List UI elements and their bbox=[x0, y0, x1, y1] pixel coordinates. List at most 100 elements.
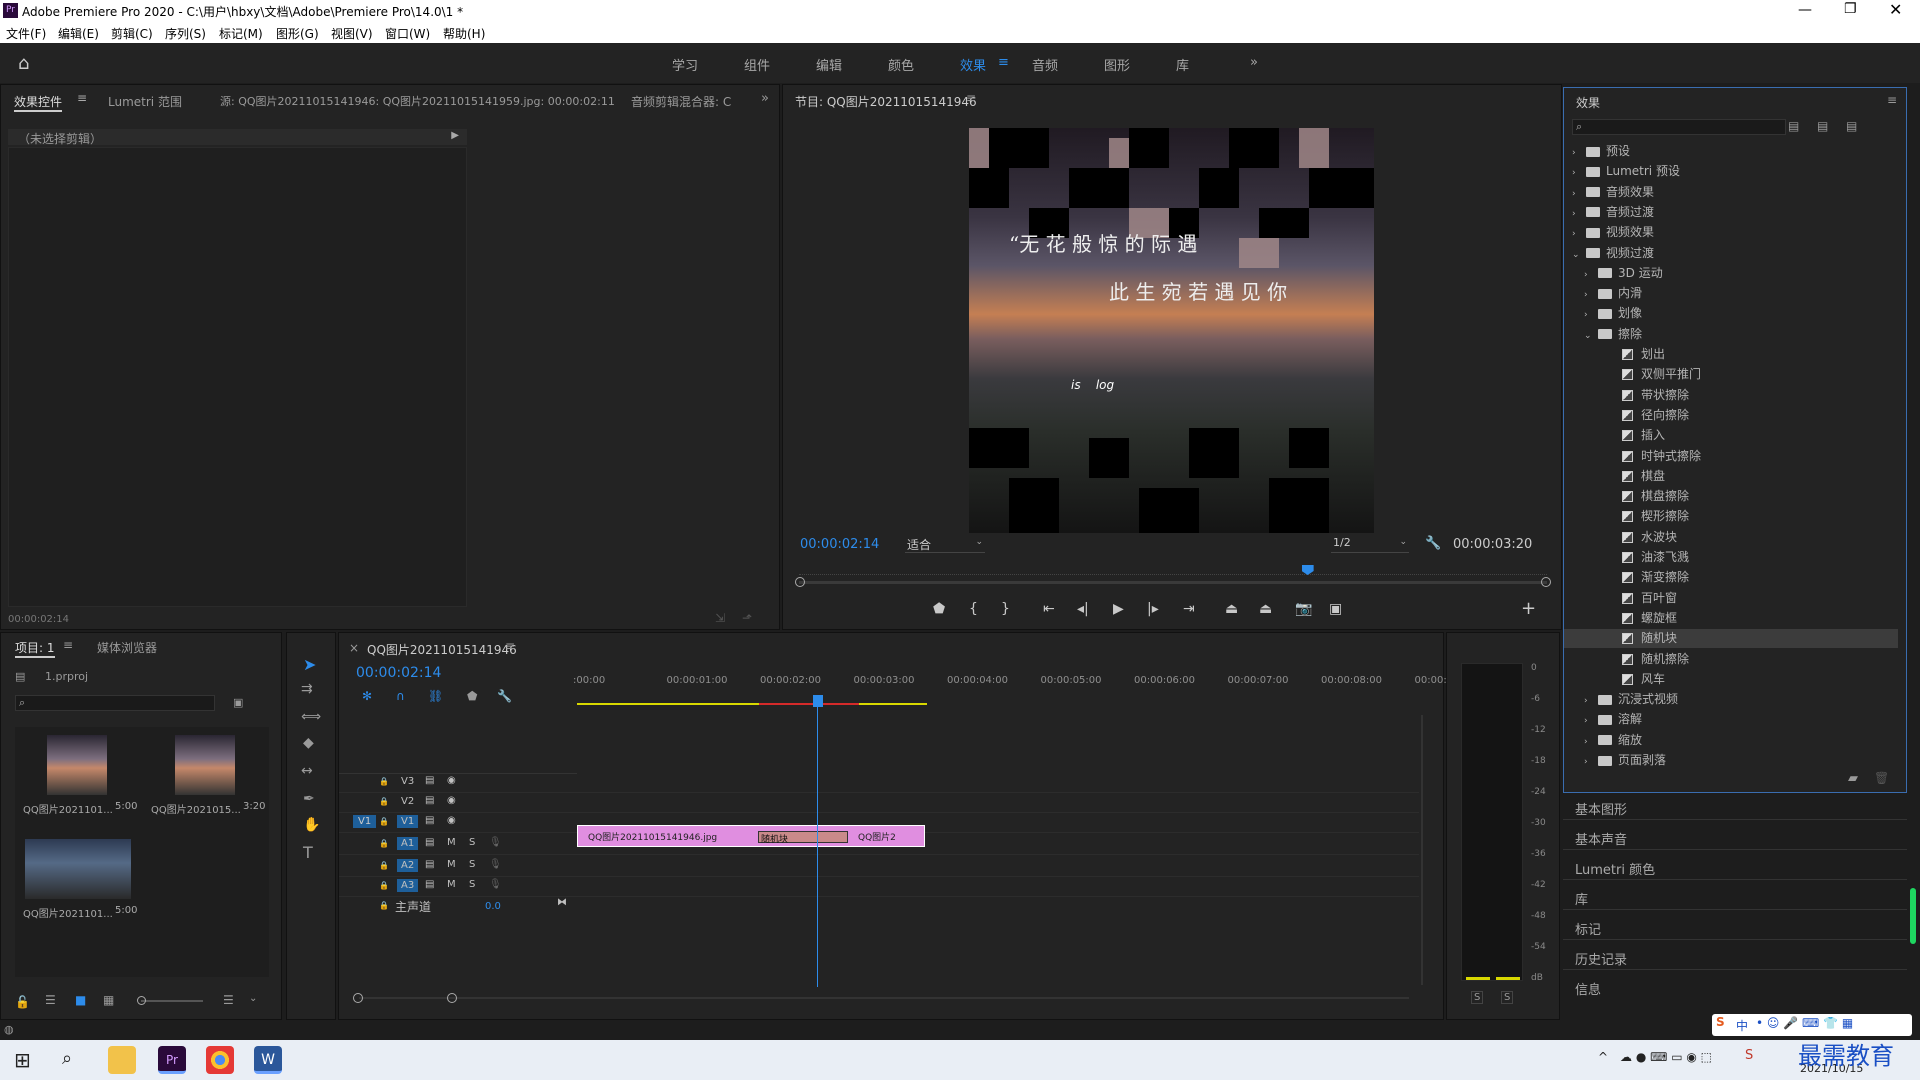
ws-effects[interactable]: 效果 bbox=[960, 55, 986, 74]
effect-item[interactable]: 水波块 bbox=[1564, 528, 1898, 547]
track-select-tool-icon[interactable]: ⇉ bbox=[301, 681, 313, 697]
windows-start-icon[interactable]: ⊞ bbox=[14, 1048, 31, 1072]
effect-item[interactable]: 划出 bbox=[1564, 345, 1898, 364]
tab-media-browser[interactable]: 媒体浏览器 bbox=[97, 639, 157, 656]
effect-item[interactable]: 棋盘擦除 bbox=[1564, 487, 1898, 506]
panel-libraries[interactable]: 库 bbox=[1575, 889, 1588, 908]
effect-folder[interactable]: › 视频效果 bbox=[1564, 223, 1898, 242]
track-label-v1[interactable]: V1 bbox=[397, 815, 419, 828]
mic-icon[interactable]: 🎙 bbox=[489, 837, 502, 848]
fit-dropdown[interactable]: 适合 ⌄ bbox=[905, 535, 985, 553]
pen-tool-icon[interactable]: ✒ bbox=[303, 791, 315, 807]
sync-lock-icon[interactable]: ▤ bbox=[425, 859, 434, 870]
track-lock-icon[interactable]: 🔒 bbox=[379, 881, 389, 890]
project-search-input[interactable]: ⌕ bbox=[15, 695, 215, 711]
tray-arrow-icon[interactable]: ^ bbox=[1598, 1050, 1608, 1064]
chevron-right-icon[interactable]: › bbox=[1584, 716, 1598, 726]
effect-item[interactable]: 时钟式擦除 bbox=[1564, 447, 1898, 466]
panel-lumetri-color[interactable]: Lumetri 颜色 bbox=[1575, 859, 1655, 878]
effect-item[interactable]: 螺旋框 bbox=[1564, 609, 1898, 628]
freeform-view-icon[interactable]: ▦ bbox=[103, 993, 114, 1007]
solo-right-button[interactable]: S bbox=[1501, 991, 1514, 1004]
project-item-3-name[interactable]: QQ图片2021101... bbox=[23, 905, 113, 920]
program-menu-icon[interactable]: ≡ bbox=[966, 91, 976, 105]
menu-sequence[interactable]: 序列(S) bbox=[165, 25, 206, 42]
ws-menu-icon[interactable]: ≡ bbox=[998, 55, 1009, 70]
mute-button[interactable]: M bbox=[447, 859, 456, 870]
effect-folder[interactable]: › 缩放 bbox=[1564, 731, 1898, 750]
timeline-settings-icon[interactable]: 🔧 bbox=[497, 689, 512, 703]
go-to-in-icon[interactable]: ⇤ bbox=[1043, 601, 1055, 617]
extract-icon[interactable]: ⏏ bbox=[1259, 601, 1272, 617]
chevron-right-icon[interactable]: › bbox=[1584, 310, 1598, 320]
accelerated-effects-icon[interactable]: ▤ bbox=[1788, 119, 1799, 133]
effect-item[interactable]: 双侧平推门 bbox=[1564, 365, 1898, 384]
clip-v1[interactable]: QQ图片20211015141946.jpg QQ图片2 随机块 bbox=[577, 825, 925, 847]
sync-lock-icon[interactable]: ▤ bbox=[425, 795, 434, 806]
slip-tool-icon[interactable]: ↔ bbox=[301, 763, 313, 779]
timeline-timecode[interactable]: 00:00:02:14 bbox=[356, 665, 441, 681]
list-view-icon[interactable]: ☰ bbox=[45, 993, 56, 1007]
effect-folder[interactable]: › 预设 bbox=[1564, 142, 1898, 161]
ime-toolbar[interactable]: S 中 • ☺ 🎤 ⌨ 👕 ▦ bbox=[1712, 1014, 1912, 1036]
thumb-size-handle[interactable] bbox=[137, 996, 146, 1005]
quality-dropdown[interactable]: 1/2 ⌄ bbox=[1331, 535, 1409, 553]
effect-folder[interactable]: ⌄ 擦除 bbox=[1564, 325, 1898, 344]
sort-icon[interactable]: ☰ bbox=[223, 993, 234, 1007]
share-icon[interactable]: ⬏ bbox=[742, 611, 752, 625]
mark-in-icon[interactable]: { bbox=[969, 601, 978, 617]
panel-info[interactable]: 信息 bbox=[1575, 979, 1601, 998]
solo-button[interactable]: S bbox=[469, 879, 475, 890]
chevron-right-icon[interactable]: › bbox=[1572, 148, 1586, 158]
minimize-icon[interactable]: — bbox=[1798, 2, 1812, 18]
effect-item[interactable]: 带状擦除 bbox=[1564, 386, 1898, 405]
effect-item[interactable]: 百叶窗 bbox=[1564, 589, 1898, 608]
effect-item[interactable]: 随机擦除 bbox=[1564, 650, 1898, 669]
track-lock-icon[interactable]: 🔒 bbox=[379, 839, 389, 848]
32bit-effects-icon[interactable]: ▤ bbox=[1817, 119, 1828, 133]
sync-lock-icon[interactable]: ▤ bbox=[425, 815, 434, 826]
timeline-playhead[interactable] bbox=[813, 695, 823, 707]
chevron-right-icon[interactable]: › bbox=[1584, 757, 1598, 767]
expand-arrow-icon[interactable]: ▶ bbox=[451, 130, 459, 141]
home-icon[interactable]: ⌂ bbox=[18, 53, 29, 74]
effect-folder[interactable]: › 页面剥落 bbox=[1564, 751, 1898, 770]
nest-icon[interactable]: ✻ bbox=[362, 689, 372, 703]
add-marker-icon[interactable]: ⬟ bbox=[467, 689, 477, 703]
effect-folder[interactable]: › 音频过渡 bbox=[1564, 203, 1898, 222]
timeline-tab[interactable]: QQ图片20211015141946 bbox=[367, 641, 517, 658]
ime-tools-icons[interactable]: • ☺ 🎤 ⌨ 👕 ▦ bbox=[1756, 1016, 1853, 1030]
effect-item[interactable]: 风车 bbox=[1564, 670, 1898, 689]
track-lock-icon[interactable]: 🔒 bbox=[379, 797, 389, 806]
sogou-icon[interactable]: S bbox=[1716, 1015, 1725, 1029]
tab-effect-controls[interactable]: 效果控件 bbox=[14, 93, 63, 112]
snap-icon[interactable]: ∩ bbox=[396, 689, 405, 703]
delete-icon[interactable]: 🗑 bbox=[1874, 771, 1889, 785]
chrome-icon[interactable] bbox=[206, 1046, 234, 1074]
compare-icon[interactable]: ▣ bbox=[1329, 601, 1342, 617]
panel-markers[interactable]: 标记 bbox=[1575, 919, 1601, 938]
master-toggle-icon[interactable]: ⧓ bbox=[557, 897, 567, 908]
effect-folder[interactable]: › 内滑 bbox=[1564, 284, 1898, 303]
solo-button[interactable]: S bbox=[469, 837, 475, 848]
sync-lock-icon[interactable]: ▤ bbox=[425, 879, 434, 890]
mic-icon[interactable]: 🎙 bbox=[489, 879, 502, 890]
sync-lock-icon[interactable]: ▤ bbox=[425, 837, 434, 848]
ws-audio[interactable]: 音频 bbox=[1032, 55, 1058, 74]
timeline-ruler[interactable]: :00:00 00:00:01:00 00:00:02:00 00:00:03:00 0… bbox=[573, 675, 1463, 695]
eye-icon[interactable]: ◉ bbox=[447, 775, 456, 786]
new-bin-icon[interactable]: ▰ bbox=[1848, 771, 1858, 786]
new-search-bin-icon[interactable]: ▣ bbox=[233, 696, 243, 709]
project-thumb-2[interactable] bbox=[175, 735, 235, 795]
lift-icon[interactable]: ⏏ bbox=[1225, 601, 1238, 617]
project-item-2-name[interactable]: QQ图片2021015... bbox=[151, 801, 241, 816]
selection-tool-icon[interactable]: ➤ bbox=[303, 655, 316, 674]
hscroll-handle-left[interactable] bbox=[353, 993, 363, 1003]
tab-lumetri-scopes[interactable]: Lumetri 范围 bbox=[108, 93, 182, 110]
effect-folder[interactable]: › 3D 运动 bbox=[1564, 264, 1898, 283]
effect-folder[interactable]: ⌄ 视频过渡 bbox=[1564, 244, 1898, 263]
close-tab-icon[interactable]: × bbox=[349, 641, 359, 655]
ws-libraries[interactable]: 库 bbox=[1176, 55, 1189, 74]
step-back-icon[interactable]: ◂| bbox=[1077, 601, 1089, 617]
project-thumb-3[interactable] bbox=[25, 839, 131, 899]
